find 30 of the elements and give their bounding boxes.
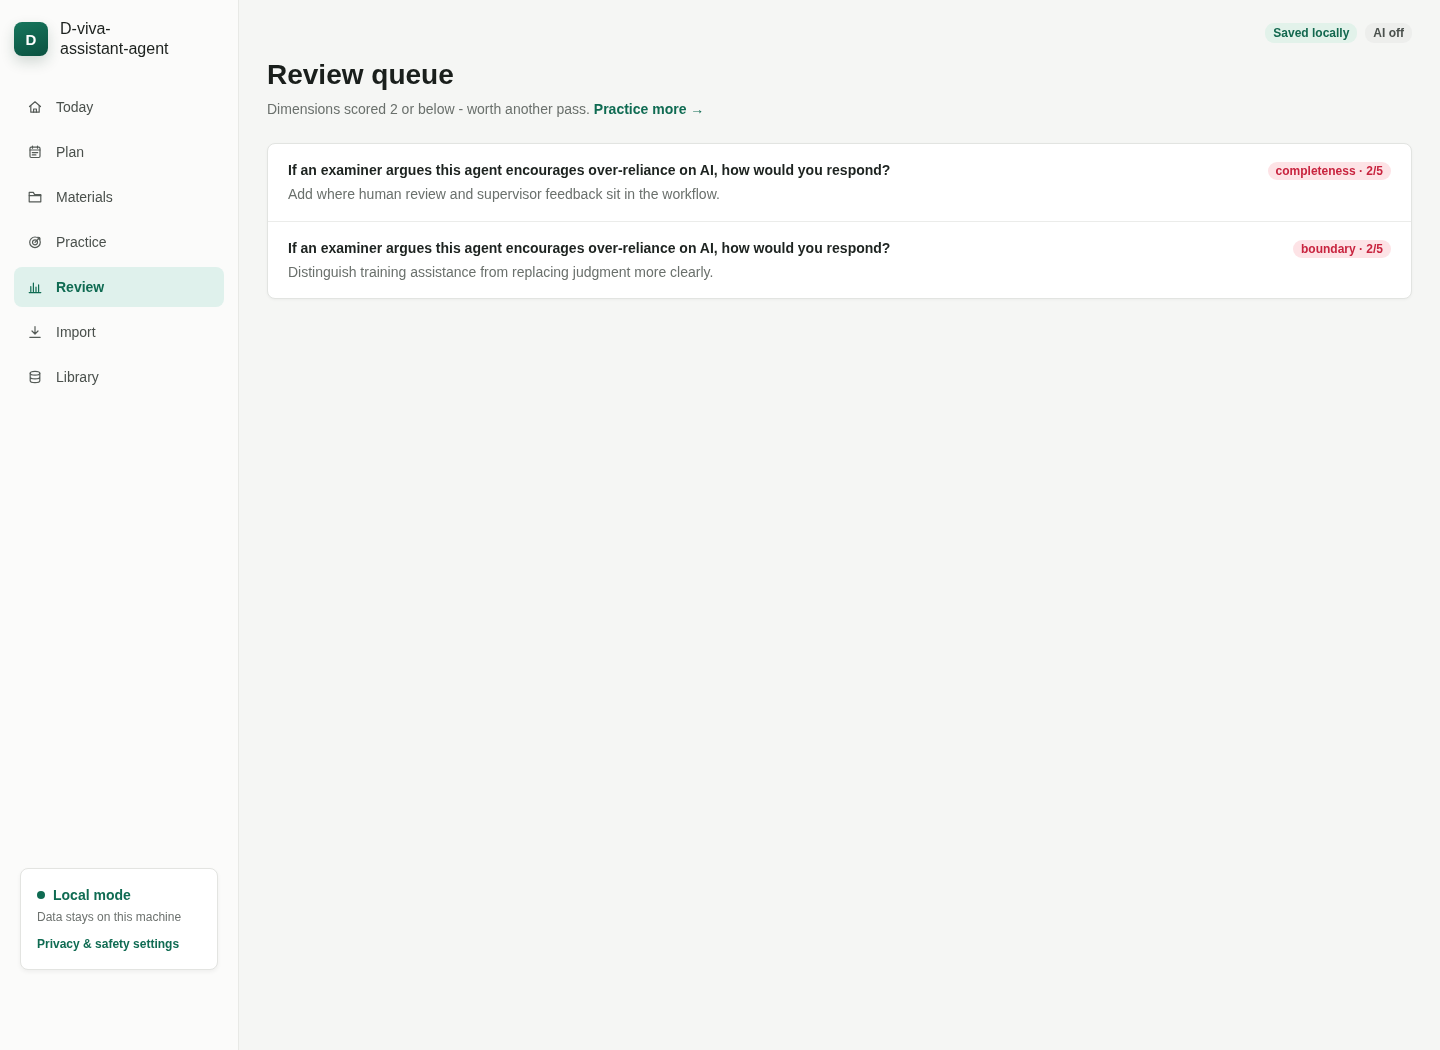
download-icon [28, 325, 42, 339]
nav-item[interactable]: Review [14, 267, 224, 307]
database-icon [28, 370, 42, 384]
mode-description: Data stays on this machine [37, 909, 183, 925]
calendar-icon [28, 145, 42, 159]
score-tag: boundary · 2/5 [1293, 240, 1391, 258]
status-pill: Saved locally [1265, 23, 1358, 43]
feedback-note: Distinguish training assistance from replacing judgment more clearly. [288, 263, 715, 282]
feedback-note: Add where human review and supervisor feedback sit in the workflow. [288, 185, 721, 204]
question-text: If an examiner argues this agent encourages over-reliance on AI, how would you respond? [288, 161, 891, 180]
nav-item[interactable]: Practice [14, 222, 224, 262]
app-logo: D [14, 22, 48, 56]
nav-item[interactable]: Materials [14, 177, 224, 217]
bar-chart-icon [28, 280, 42, 294]
folder-icon [28, 190, 42, 204]
nav-item[interactable]: Today [14, 87, 224, 127]
page-title: Review queue [267, 58, 455, 92]
status-pill: AI off [1365, 23, 1412, 43]
page-subtitle: Dimensions scored 2 or below - worth another pass. Practice more → [267, 100, 706, 119]
target-icon [28, 235, 42, 249]
home-icon [28, 100, 42, 114]
app-name: D-viva-assistant-agent [60, 19, 170, 59]
nav-item[interactable]: Library [14, 357, 224, 397]
mode-title: Local mode [53, 886, 131, 904]
nav-item[interactable]: Plan [14, 132, 224, 172]
question-text: If an examiner argues this agent encourages over-reliance on AI, how would you respond? [288, 239, 891, 258]
score-tag: completeness · 2/5 [1267, 162, 1391, 180]
practice-more-link[interactable]: Practice more → [593, 101, 705, 117]
privacy-settings-link[interactable]: Privacy & safety settings [37, 936, 180, 952]
nav-item[interactable]: Import [14, 312, 224, 352]
